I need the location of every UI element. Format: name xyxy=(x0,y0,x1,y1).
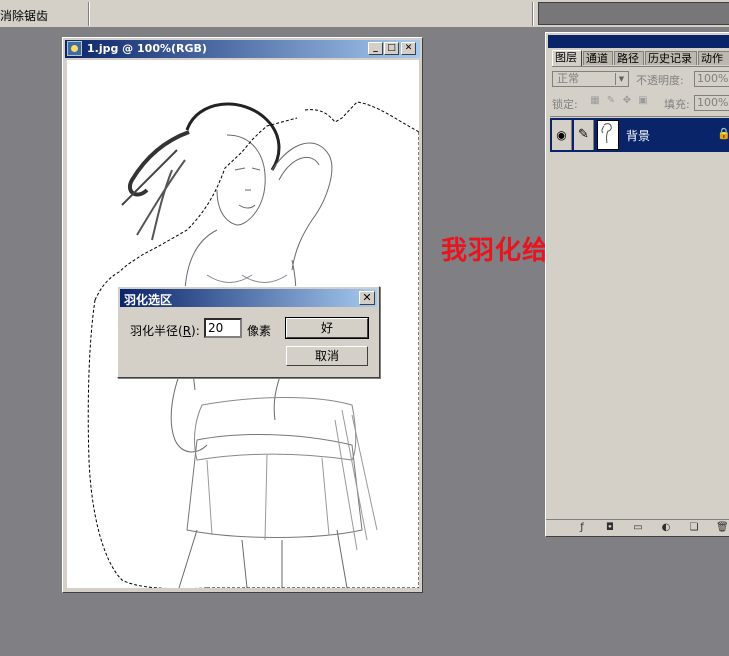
palette-tabs: 图层 通道 路径 历史记录 动作 xyxy=(552,50,729,67)
feather-radius-label: 羽化半径(R): xyxy=(130,322,200,339)
minimize-button[interactable]: _ xyxy=(368,42,383,55)
dialog-title: 羽化选区 xyxy=(124,293,173,307)
blend-row: 正常 ▼ 不透明度: 100% xyxy=(552,70,729,88)
lock-brush-icon[interactable]: ✎ xyxy=(606,96,616,106)
layers-palette: 图层 通道 路径 历史记录 动作 正常 ▼ 不透明度: 100% 锁定: ▦ ✎… xyxy=(545,32,729,537)
options-bar: 消除锯齿 xyxy=(0,0,729,28)
document-titlebar[interactable]: 1.jpg @ 100%(RGB) _ □ ✕ xyxy=(65,40,420,58)
feather-selection-dialog: 羽化选区 ✕ 羽化半径(R): 20 像素 好 取消 xyxy=(117,286,380,378)
tab-channels[interactable]: 通道 xyxy=(583,51,613,65)
close-icon[interactable]: ✕ xyxy=(359,291,375,305)
tab-layers[interactable]: 图层 xyxy=(552,50,582,66)
brush-icon[interactable]: ✎ xyxy=(574,120,594,150)
lock-transparency-icon[interactable]: ▦ xyxy=(590,96,600,106)
label-access-key: R xyxy=(182,324,192,338)
new-group-icon[interactable]: ▭ xyxy=(632,522,644,534)
palette-titlebar[interactable] xyxy=(548,35,729,48)
feather-radius-input[interactable]: 20 xyxy=(204,318,242,338)
label-prefix: 羽化半径( xyxy=(130,324,183,338)
tab-history[interactable]: 历史记录 xyxy=(645,51,697,65)
ok-button[interactable]: 好 xyxy=(285,317,369,339)
layer-thumbnail xyxy=(597,120,619,150)
opacity-label: 不透明度: xyxy=(636,74,684,87)
layer-style-icon[interactable]: ƒ xyxy=(576,522,588,534)
lock-move-icon[interactable]: ✥ xyxy=(622,96,632,106)
fill-field[interactable]: 100% xyxy=(694,95,729,111)
antialias-option[interactable]: 消除锯齿 xyxy=(0,7,48,24)
layer-row-background[interactable]: ◉ ✎ 背景 🔒 xyxy=(550,118,729,152)
blend-mode-select[interactable]: 正常 ▼ xyxy=(552,71,629,87)
adjustment-layer-icon[interactable]: ◐ xyxy=(660,522,672,534)
label-suffix: ): xyxy=(191,324,200,338)
lock-label: 锁定: xyxy=(552,98,578,111)
dialog-titlebar[interactable]: 羽化选区 ✕ xyxy=(120,289,377,307)
layer-mask-icon[interactable]: ◘ xyxy=(604,522,616,534)
palette-well[interactable] xyxy=(538,2,729,25)
tab-paths[interactable]: 路径 xyxy=(614,51,644,65)
lock-all-icon[interactable]: ▣ xyxy=(638,96,648,106)
lock-icon: 🔒 xyxy=(717,127,729,140)
layer-name: 背景 xyxy=(626,129,651,143)
lock-row: 锁定: ▦ ✎ ✥ ▣ 填充: 100% xyxy=(552,93,729,111)
new-layer-icon[interactable]: ❏ xyxy=(688,522,700,534)
toolbar-separator xyxy=(88,2,90,26)
document-title: 1.jpg @ 100%(RGB) xyxy=(87,42,207,55)
trash-icon[interactable]: 🗑 xyxy=(716,522,729,534)
toolbar-separator xyxy=(532,2,534,26)
chevron-down-icon[interactable]: ▼ xyxy=(615,73,627,85)
eye-icon[interactable]: ◉ xyxy=(552,120,572,150)
palette-bottom-bar: ƒ ◘ ▭ ◐ ❏ 🗑 xyxy=(546,519,729,536)
photoshop-document-icon[interactable] xyxy=(67,41,82,56)
restore-button[interactable]: □ xyxy=(384,42,399,55)
close-button[interactable]: ✕ xyxy=(401,42,416,55)
cancel-button[interactable]: 取消 xyxy=(286,346,368,366)
fill-label: 填充: xyxy=(664,98,690,111)
tab-actions[interactable]: 动作 xyxy=(698,51,729,65)
opacity-field[interactable]: 100% xyxy=(694,71,729,87)
blend-mode-value: 正常 xyxy=(557,72,579,85)
pixel-unit-label: 像素 xyxy=(247,324,272,338)
layer-list: ◉ ✎ 背景 🔒 xyxy=(550,116,729,521)
